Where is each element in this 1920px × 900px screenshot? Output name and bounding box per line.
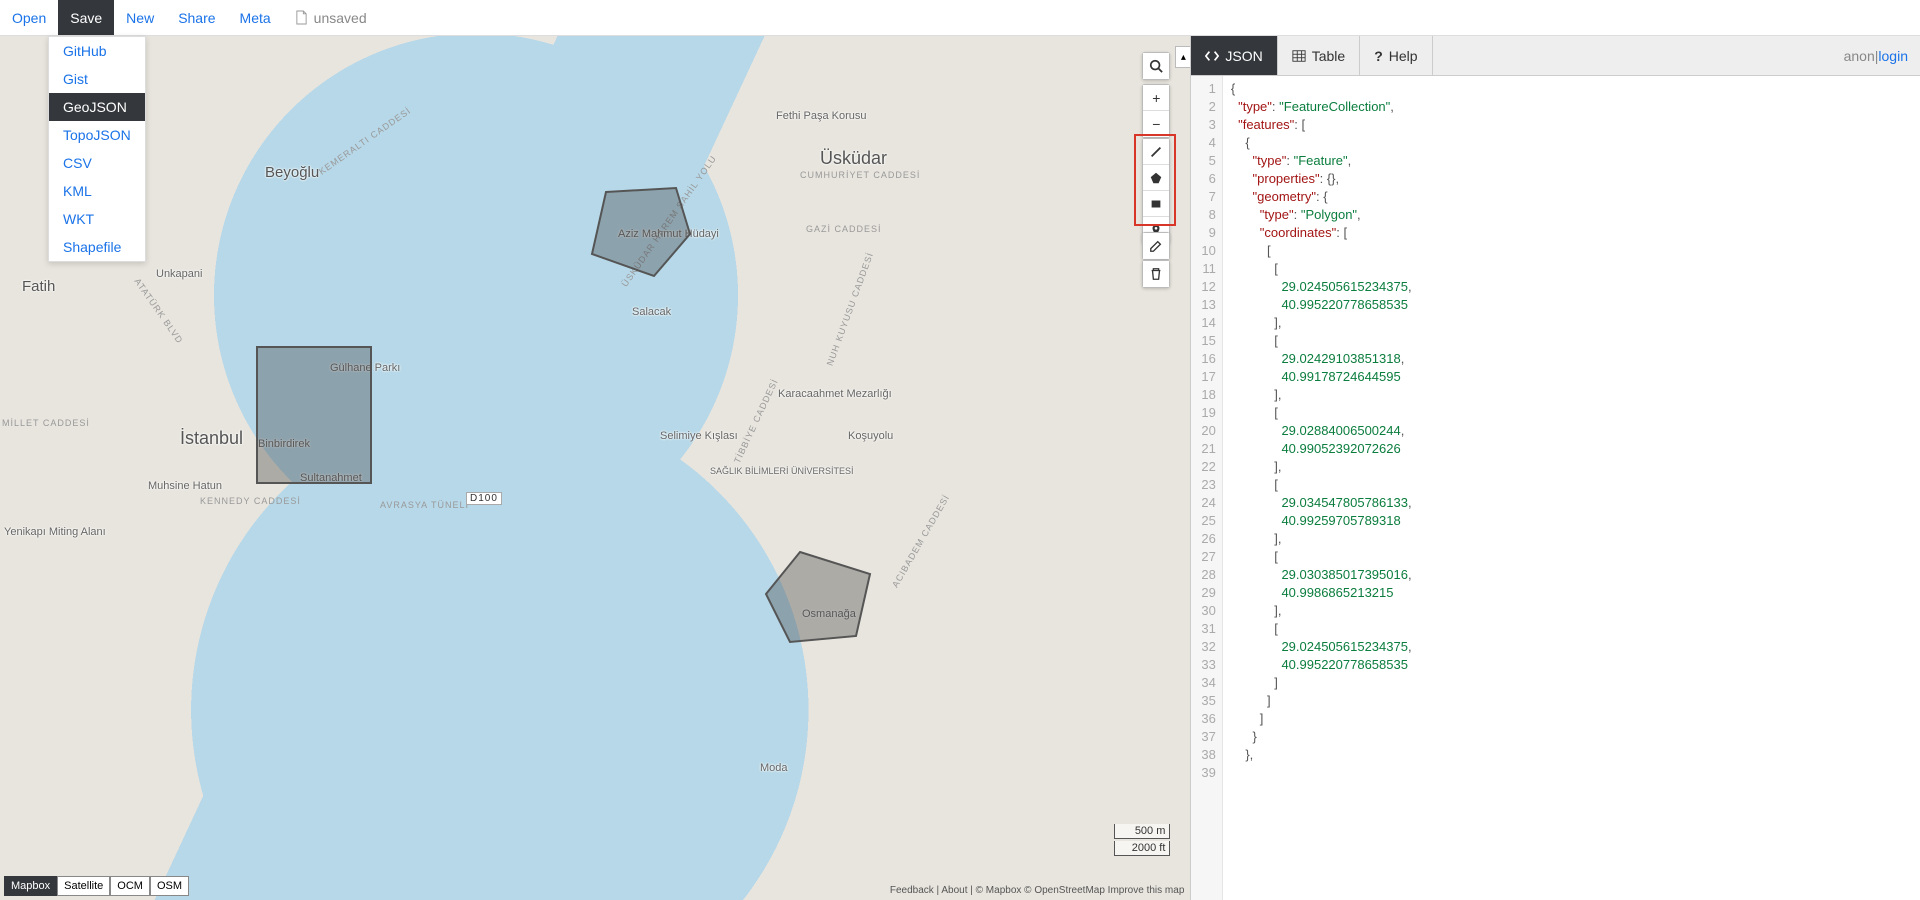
file-status: unsaved xyxy=(283,0,379,35)
save-github[interactable]: GitHub xyxy=(49,37,145,65)
map[interactable]: İstanbul Beyoğlu Fatih Üsküdar Binbirdir… xyxy=(0,36,1190,900)
menu-meta[interactable]: Meta xyxy=(228,0,283,35)
save-dropdown: GitHub Gist GeoJSON TopoJSON CSV KML WKT… xyxy=(48,36,146,262)
scale-control: 500 m 2000 ft xyxy=(1114,822,1170,856)
menu-open[interactable]: Open xyxy=(0,0,58,35)
tab-help[interactable]: ? Help xyxy=(1360,36,1432,75)
auth-anon: anon xyxy=(1844,48,1875,64)
search-control xyxy=(1142,52,1170,80)
edit-icon xyxy=(1149,239,1163,253)
draw-line-button[interactable] xyxy=(1143,139,1169,165)
save-gist[interactable]: Gist xyxy=(49,65,145,93)
draw-line-icon xyxy=(1149,145,1163,159)
map-attribution: Feedback | About | © Mapbox © OpenStreet… xyxy=(890,885,1185,896)
menu-share[interactable]: Share xyxy=(166,0,227,35)
menubar: Open Save New Share Meta unsaved xyxy=(0,0,1920,36)
code-editor[interactable]: 1234567891011121314151617181920212223242… xyxy=(1191,76,1920,900)
draw-polygon-icon xyxy=(1149,171,1163,185)
basemap-switcher: Mapbox Satellite OCM OSM xyxy=(4,876,189,896)
right-panel: JSON Table ? Help anon | login 123456789… xyxy=(1190,36,1920,900)
draw-rectangle-icon xyxy=(1149,197,1163,211)
basemap-osm[interactable]: OSM xyxy=(150,876,189,896)
save-kml[interactable]: KML xyxy=(49,177,145,205)
zoom-out-button[interactable]: − xyxy=(1143,111,1169,137)
edit-button[interactable] xyxy=(1143,233,1169,259)
search-icon xyxy=(1149,59,1163,73)
tab-table[interactable]: Table xyxy=(1278,36,1360,75)
map-tiles xyxy=(0,36,1190,900)
trash-button[interactable] xyxy=(1143,261,1169,287)
login-link[interactable]: login xyxy=(1878,48,1908,64)
zoom-control: + − xyxy=(1142,84,1170,138)
basemap-ocm[interactable]: OCM xyxy=(110,876,150,896)
auth-area: anon | login xyxy=(1832,36,1920,75)
drawn-polygon-1[interactable] xyxy=(586,184,694,280)
edit-control xyxy=(1142,232,1170,260)
tab-json[interactable]: JSON xyxy=(1191,36,1277,75)
table-icon xyxy=(1292,49,1306,63)
search-button[interactable] xyxy=(1143,53,1169,79)
scale-imperial: 2000 ft xyxy=(1114,841,1170,856)
draw-toolbar xyxy=(1142,138,1170,244)
drawn-polygon-2[interactable] xyxy=(760,546,878,646)
menu-save[interactable]: Save xyxy=(58,0,114,35)
draw-polygon-button[interactable] xyxy=(1143,165,1169,191)
editor-gutter: 1234567891011121314151617181920212223242… xyxy=(1191,76,1222,900)
zoom-in-button[interactable]: + xyxy=(1143,85,1169,111)
save-csv[interactable]: CSV xyxy=(49,149,145,177)
save-wkt[interactable]: WKT xyxy=(49,205,145,233)
panel-tabs: JSON Table ? Help anon | login xyxy=(1191,36,1920,76)
scale-metric: 500 m xyxy=(1114,824,1170,839)
menu-new[interactable]: New xyxy=(114,0,166,35)
save-geojson[interactable]: GeoJSON xyxy=(49,93,145,121)
drawn-rectangle[interactable] xyxy=(256,346,372,484)
save-topojson[interactable]: TopoJSON xyxy=(49,121,145,149)
help-icon: ? xyxy=(1374,48,1383,64)
collapse-panel-button[interactable]: ▴ xyxy=(1175,46,1190,68)
code-icon xyxy=(1205,49,1219,63)
trash-control xyxy=(1142,260,1170,288)
editor-content[interactable]: { "type": "FeatureCollection", "features… xyxy=(1223,76,1420,900)
draw-rectangle-button[interactable] xyxy=(1143,191,1169,217)
trash-icon xyxy=(1149,267,1163,281)
basemap-mapbox[interactable]: Mapbox xyxy=(4,876,57,896)
file-icon xyxy=(295,10,308,25)
basemap-satellite[interactable]: Satellite xyxy=(57,876,110,896)
save-shapefile[interactable]: Shapefile xyxy=(49,233,145,261)
